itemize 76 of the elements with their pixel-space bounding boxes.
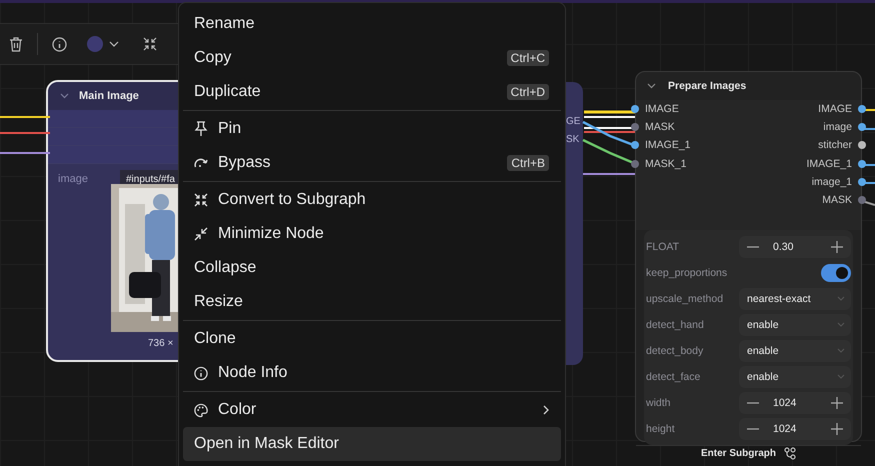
widget-label: upscale_method [646, 292, 724, 304]
image-size-label: 736 × [148, 338, 174, 349]
widget-label: height [646, 422, 676, 434]
subgraph-icon [784, 447, 796, 460]
output-dot[interactable] [858, 141, 866, 150]
output-label: IMAGE_1 [806, 158, 852, 170]
widget-label: image [57, 173, 89, 185]
menu-item[interactable]: Color [183, 393, 561, 427]
connection-wire [0, 132, 50, 134]
chevron-down-icon [837, 374, 845, 379]
dropdown[interactable]: enable [739, 366, 851, 388]
widget-label: width [646, 396, 672, 408]
info-icon[interactable] [52, 36, 67, 52]
connection-wire [583, 173, 636, 175]
collapse-arrows-icon[interactable] [143, 37, 157, 51]
chevron-down-icon[interactable] [109, 41, 119, 47]
dropdown[interactable]: enable [739, 314, 851, 336]
number-field[interactable]: 1024 [739, 418, 851, 440]
output-label: image_1 [812, 176, 852, 188]
connection-wire [0, 152, 50, 154]
dropdown[interactable]: nearest-exact [739, 288, 851, 310]
menu-item[interactable]: Copy Ctrl+C [183, 41, 561, 75]
number-field[interactable]: 1024 [739, 392, 851, 414]
input-label: MASK_1 [645, 158, 686, 170]
number-field[interactable]: 0.30 [739, 236, 851, 258]
connection-wire [0, 116, 50, 118]
output-dot[interactable] [858, 105, 866, 114]
widget-label: detect_hand [646, 318, 705, 330]
chevron-down-icon [837, 322, 845, 327]
connection-wire [584, 116, 636, 118]
number-value: 1024 [773, 422, 798, 434]
shortcut-badge: Ctrl+C [506, 50, 549, 66]
menu-item[interactable]: Open in Mask Editor [183, 427, 561, 461]
toggle-switch[interactable] [821, 264, 851, 282]
plus-icon[interactable] [831, 422, 843, 434]
minus-icon[interactable] [747, 246, 759, 248]
output-label: SK [566, 134, 580, 145]
color-swatch[interactable] [87, 36, 103, 52]
minus-icon[interactable] [747, 402, 759, 404]
widget-label: keep_proportions [646, 266, 728, 278]
input-dot[interactable] [631, 141, 639, 150]
trash-icon[interactable] [9, 36, 23, 52]
output-label: IMAGE [818, 103, 852, 116]
dropdown[interactable]: enable [739, 340, 851, 362]
widget-label: detect_face [646, 370, 702, 382]
chevron-down-icon [837, 296, 845, 301]
output-label: stitcher [818, 139, 852, 152]
node-title: Prepare Images [668, 80, 746, 92]
chevron-down-icon[interactable] [647, 83, 656, 89]
output-label: GE [566, 116, 580, 127]
input-dot[interactable] [631, 123, 639, 132]
number-value: 1024 [773, 396, 798, 408]
input-label: MASK [645, 121, 675, 134]
node-title: Main Image [79, 90, 139, 102]
output-dot[interactable] [858, 123, 866, 132]
widget-label: detect_body [646, 344, 704, 356]
number-value: 0.30 [773, 240, 794, 252]
output-label: image [823, 121, 852, 134]
input-label: IMAGE [645, 103, 679, 116]
chevron-down-icon [837, 348, 845, 353]
input-dot[interactable] [631, 105, 639, 114]
input-dot[interactable] [631, 160, 639, 168]
connection-wire [584, 110, 636, 114]
input-label: IMAGE_1 [645, 139, 691, 152]
plus-icon[interactable] [831, 240, 843, 252]
output-label: MASK [822, 194, 852, 206]
output-dot[interactable] [858, 178, 866, 186]
output-dot[interactable] [858, 196, 866, 204]
widget-label: FLOAT [646, 240, 680, 252]
shortcut-badge: Ctrl+D [506, 84, 549, 100]
minus-icon[interactable] [747, 428, 759, 430]
shortcut-badge: Ctrl+B [507, 155, 549, 171]
menu-item[interactable]: Rename [183, 7, 561, 41]
output-dot[interactable] [858, 160, 866, 168]
plus-icon[interactable] [831, 396, 843, 408]
enter-subgraph-button[interactable]: Enter Subgraph [636, 445, 861, 461]
